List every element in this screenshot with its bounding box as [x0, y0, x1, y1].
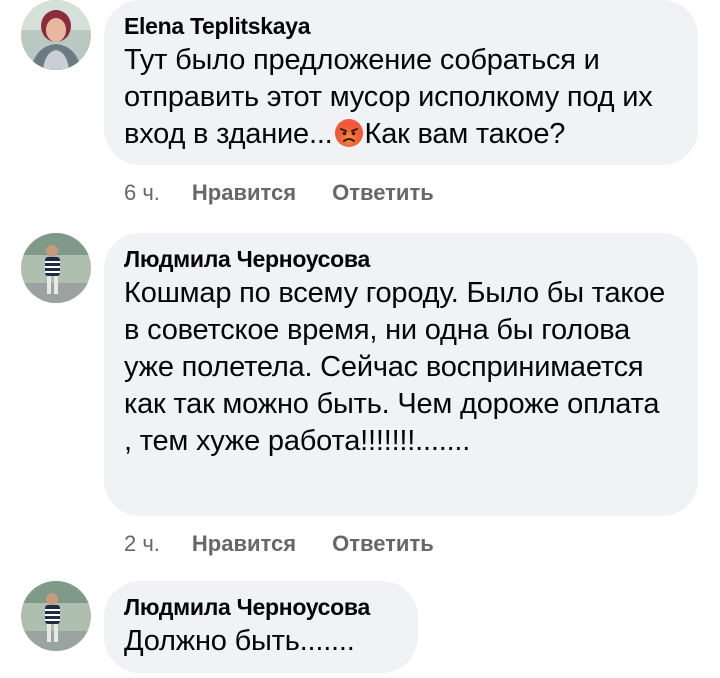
- avatar[interactable]: [21, 0, 91, 70]
- comment-text: Кошмар по всему городу. Было бы такое в …: [124, 277, 666, 457]
- comment-actions: 6 ч. Нравится Ответить: [124, 180, 434, 206]
- avatar-photo-icon: [21, 581, 91, 651]
- comment-timestamp[interactable]: 6 ч.: [124, 180, 160, 206]
- avatar-photo-icon: [21, 0, 91, 70]
- comment-bubble: Людмила Черноусова Должно быть.......: [104, 581, 418, 673]
- comment-text: Должно быть.......: [124, 625, 355, 657]
- comment-actions: 2 ч. Нравится Ответить: [124, 531, 434, 557]
- angry-face-icon: [334, 119, 363, 147]
- comment-text: Тут было предложение собраться и отправи…: [124, 42, 674, 153]
- avatar[interactable]: [21, 581, 91, 651]
- reply-button[interactable]: Ответить: [332, 531, 434, 557]
- comment-author[interactable]: Elena Teplitskaya: [124, 12, 674, 40]
- like-button[interactable]: Нравится: [192, 180, 296, 206]
- comment-bubble: Людмила Черноусова Кошмар по всему город…: [104, 233, 698, 516]
- comment-text-part: Как вам такое?: [364, 118, 566, 150]
- like-button[interactable]: Нравится: [192, 531, 296, 557]
- comment-timestamp[interactable]: 2 ч.: [124, 531, 160, 557]
- avatar-photo-icon: [21, 233, 91, 303]
- comment-author[interactable]: Людмила Черноусова: [124, 593, 394, 621]
- comment-bubble: Elena Teplitskaya Тут было предложение с…: [104, 0, 698, 165]
- avatar[interactable]: [21, 233, 91, 303]
- comment-author[interactable]: Людмила Черноусова: [124, 245, 674, 273]
- reply-button[interactable]: Ответить: [332, 180, 434, 206]
